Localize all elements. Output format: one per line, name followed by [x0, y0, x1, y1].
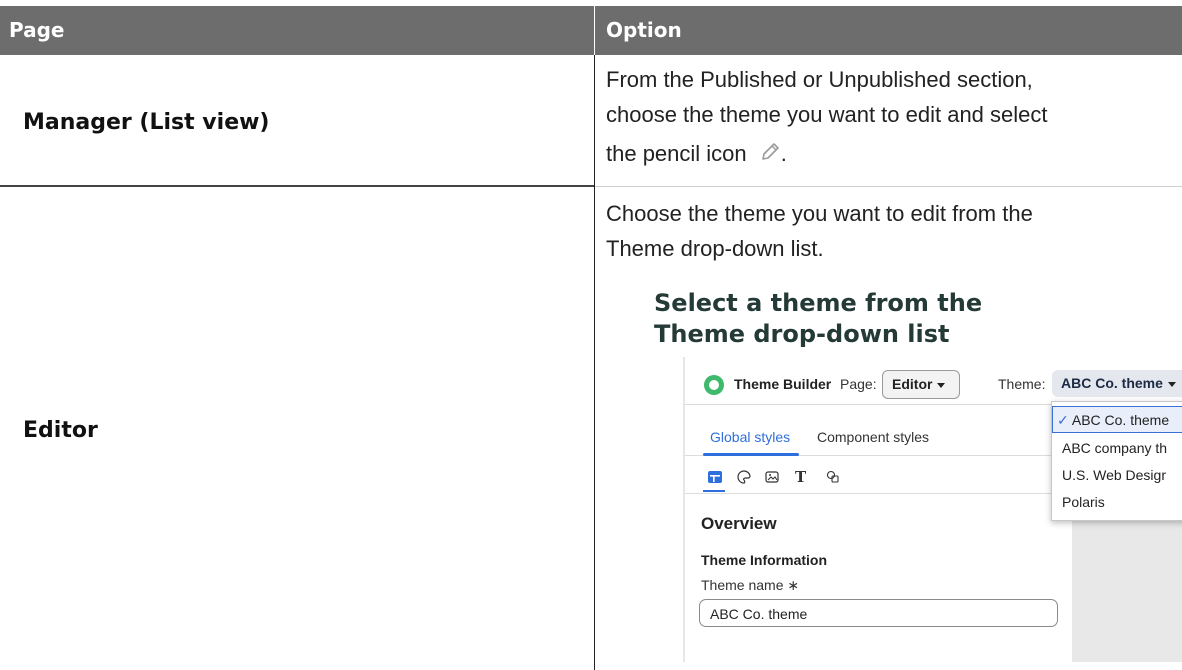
tab-global-styles[interactable]: Global styles: [702, 429, 800, 456]
row-divider: [595, 186, 1182, 187]
dropdown-item-label: ABC Co. theme: [1071, 412, 1170, 428]
header-option: Option: [606, 18, 682, 42]
section-title: Overview: [701, 514, 777, 533]
table-header-row: Page Option: [0, 6, 1182, 55]
dropdown-item[interactable]: U.S. Web Desigr: [1052, 462, 1182, 489]
subsection-title: Theme Information: [701, 552, 828, 568]
theme-label: Theme:: [998, 376, 1046, 392]
row-text-period: .: [780, 141, 787, 166]
row-text-line: choose the theme you want to edit and se…: [606, 102, 1048, 127]
palette-icon[interactable]: [737, 470, 751, 487]
chevron-down-icon: [937, 382, 946, 388]
column-divider: [594, 55, 595, 670]
row-divider: [0, 185, 594, 187]
style-tabs: Global styles Component styles: [685, 429, 1072, 456]
row-title-manager: Manager (List view): [23, 110, 270, 135]
page-select[interactable]: Editor: [882, 370, 960, 399]
row-text-line: the pencil icon .: [606, 136, 1176, 173]
row-text-editor: Choose the theme you want to edit from t…: [606, 196, 1176, 266]
active-tool-indicator: [703, 490, 725, 492]
typography-icon[interactable]: T: [795, 468, 806, 486]
required-asterisk-icon: ∗: [787, 577, 800, 593]
app-name: Theme Builder: [734, 376, 832, 392]
image-icon[interactable]: [765, 470, 779, 487]
row-text-line: From the Published or Unpublished sectio…: [606, 67, 1033, 92]
theme-select[interactable]: ABC Co. theme: [1052, 370, 1182, 397]
row-text-pencil-line: the pencil icon: [606, 141, 747, 166]
chevron-down-icon: [1167, 381, 1176, 387]
theme-name-label: Theme name ∗: [701, 577, 799, 594]
dropdown-item[interactable]: Polaris: [1052, 489, 1182, 516]
dropdown-item[interactable]: ABC company th: [1052, 435, 1182, 462]
toolbar-divider: [685, 493, 1072, 494]
dropdown-item[interactable]: ✓ ABC Co. theme: [1052, 406, 1182, 433]
figure-caption: Select a theme from the Theme drop-down …: [654, 289, 983, 348]
tab-component-styles[interactable]: Component styles: [817, 429, 929, 445]
check-icon: ✓: [1057, 412, 1069, 428]
page-select-value: Editor: [892, 376, 933, 392]
pencil-icon: [759, 138, 781, 173]
field-label-text: Theme name: [701, 577, 784, 593]
app-toolbar: Theme Builder Page: Editor Theme: ABC Co…: [685, 357, 1182, 405]
row-title-editor: Editor: [23, 418, 98, 443]
shapes-icon[interactable]: [826, 470, 840, 487]
header-page: Page: [9, 18, 65, 42]
row-text-line: Theme drop-down list.: [606, 236, 824, 261]
theme-dropdown-list: ✓ ABC Co. theme ABC company th U.S. Web …: [1051, 401, 1182, 521]
theme-select-value: ABC Co. theme: [1061, 375, 1163, 391]
page-label: Page:: [840, 376, 877, 392]
layout-icon[interactable]: [707, 470, 723, 487]
header-divider: [594, 6, 595, 55]
theme-builder-screenshot: Theme Builder Page: Editor Theme: ABC Co…: [683, 357, 1182, 662]
theme-name-input[interactable]: ABC Co. theme: [699, 599, 1058, 627]
app-logo-icon: [704, 375, 724, 395]
row-text-manager: From the Published or Unpublished sectio…: [606, 62, 1176, 173]
row-text-line: Choose the theme you want to edit from t…: [606, 201, 1033, 226]
